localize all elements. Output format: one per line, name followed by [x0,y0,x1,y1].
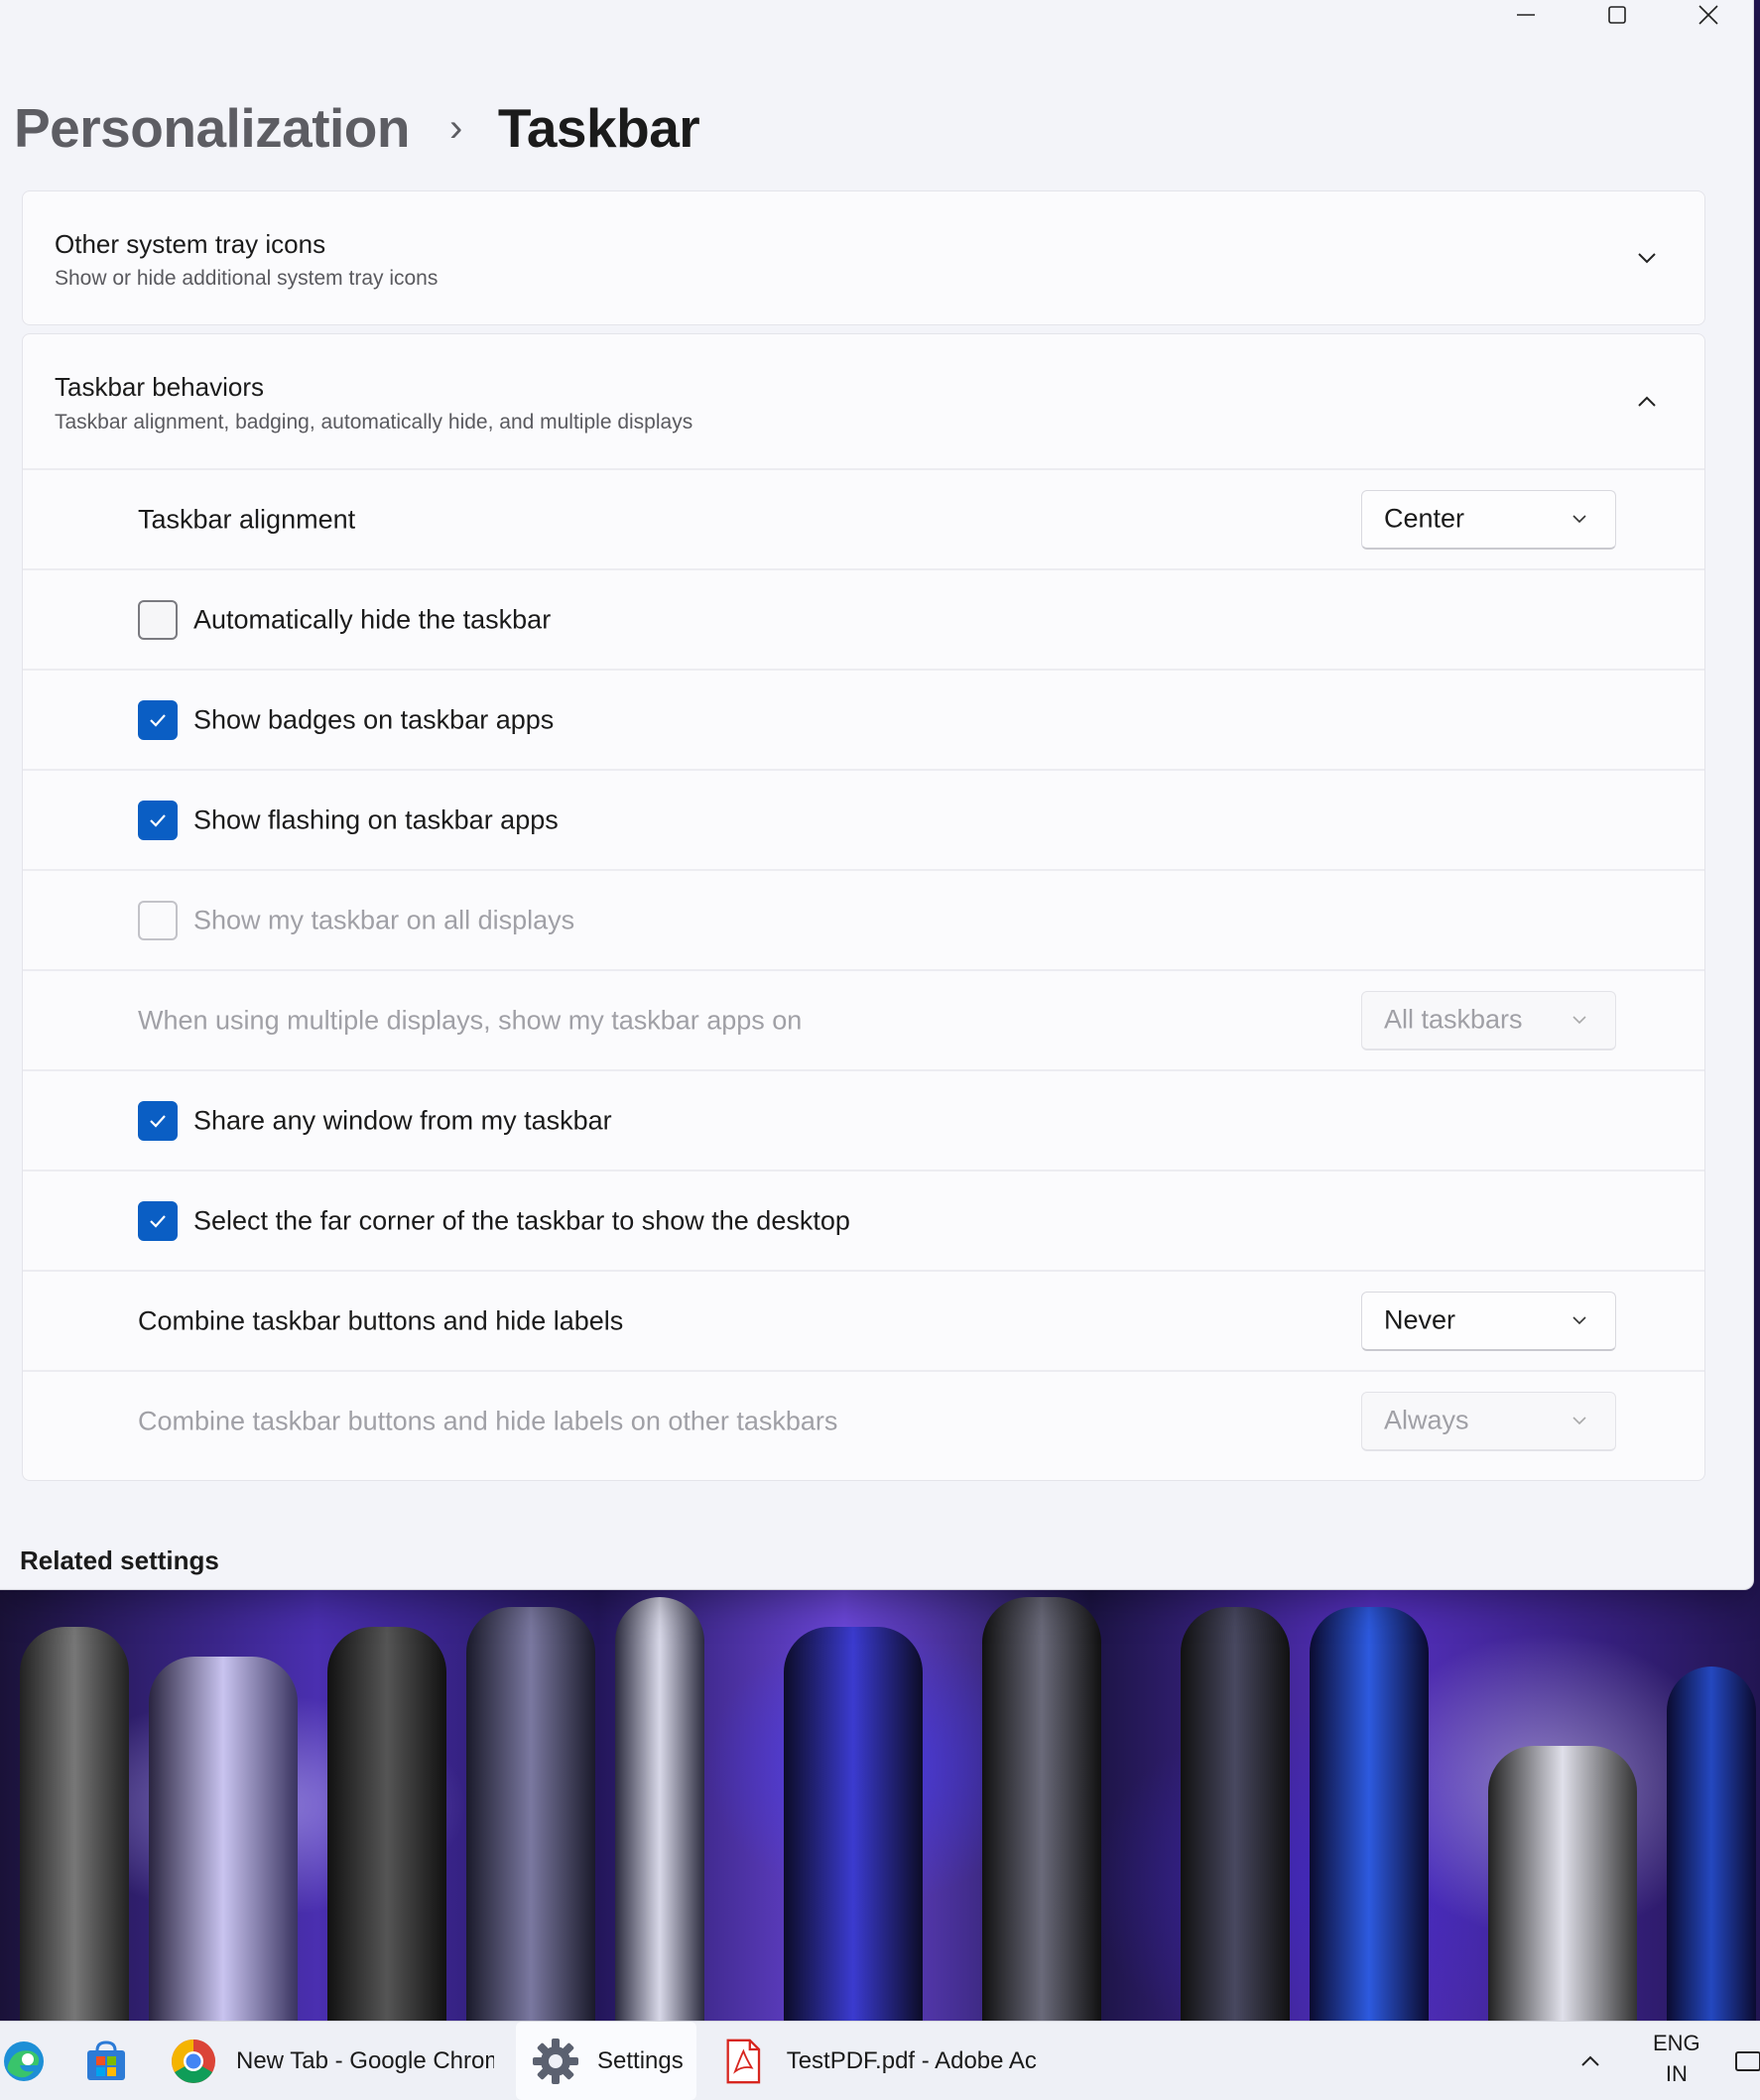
card-title: Other system tray icons [55,229,326,259]
maximize-icon [1608,6,1626,24]
notification-button[interactable] [1730,2022,1760,2100]
all-displays-label: Show my taskbar on all displays [193,905,575,934]
dropdown-value: All taskbars [1384,1004,1523,1035]
auto-hide-checkbox[interactable] [138,599,178,640]
language-code: ENG [1653,2031,1700,2055]
auto-hide-row: Automatically hide the taskbar [23,568,1704,669]
combine-other-row: Combine taskbar buttons and hide labels … [23,1370,1704,1470]
checkmark-icon [150,1214,166,1228]
card-title: Taskbar behaviors [55,372,264,402]
combine-buttons-dropdown[interactable]: Never [1361,1291,1616,1351]
other-system-tray-icons-card[interactable]: Other system tray icons Show or hide add… [22,190,1705,325]
page-title: Taskbar [497,97,700,159]
checkmark-icon [150,713,166,727]
combine-buttons-row: Combine taskbar buttons and hide labels … [23,1270,1704,1370]
checkmark-icon [150,1114,166,1128]
chevron-down-icon [1572,515,1586,524]
taskbar-app-store[interactable] [83,2022,139,2100]
far-corner-row: Select the far corner of the taskbar to … [23,1170,1704,1270]
breadcrumb-parent[interactable]: Personalization [14,96,410,160]
edge-icon [4,2040,44,2081]
show-flashing-checkbox[interactable] [138,800,178,840]
taskbar: New Tab - Google Chrome Settings TestPDF… [0,2021,1760,2100]
language-indicator[interactable]: ENG IN [1653,2028,1700,2089]
multi-display-label: When using multiple displays, show my ta… [138,1005,803,1035]
auto-hide-label[interactable]: Automatically hide the taskbar [193,604,551,635]
related-settings-heading: Related settings [20,1545,219,1575]
taskbar-app-settings[interactable]: Settings [516,2022,696,2100]
show-badges-row: Show badges on taskbar apps [23,669,1704,769]
taskbar-app-chrome[interactable]: New Tab - Google Chrome [169,2022,496,2100]
taskbar-alignment-dropdown[interactable]: Center [1361,489,1616,550]
dropdown-value: Never [1384,1304,1456,1335]
multi-display-row: When using multiple displays, show my ta… [23,969,1704,1069]
show-hidden-icons-button[interactable] [1577,2022,1617,2100]
chevron-up-icon[interactable] [1635,390,1659,414]
taskbar-app-label: Settings [597,2046,684,2074]
show-badges-checkbox[interactable] [138,699,178,740]
multi-display-dropdown[interactable]: All taskbars [1361,990,1616,1050]
chevron-down-icon [1572,1417,1586,1425]
taskbar-app-label: TestPDF.pdf - Adobe Ac [786,2046,1037,2074]
checkmark-icon [150,813,166,827]
taskbar-alignment-row: Taskbar alignment Center [23,468,1704,568]
settings-window: Personalization › Taskbar Other system t… [0,0,1754,1590]
dropdown-value: Center [1384,503,1465,534]
far-corner-checkbox[interactable] [138,1200,178,1241]
maximize-button[interactable] [1571,0,1663,30]
close-button[interactable] [1663,0,1753,30]
minimize-button[interactable] [1480,0,1571,30]
combine-other-dropdown[interactable]: Always [1361,1391,1616,1451]
chevron-up-icon [1581,2055,1599,2066]
region-code: IN [1665,2061,1688,2086]
dropdown-value: Always [1384,1405,1469,1435]
share-window-label[interactable]: Share any window from my taskbar [193,1105,612,1136]
card-subtitle: Show or hide additional system tray icon… [55,267,439,290]
share-window-checkbox[interactable] [138,1100,178,1141]
taskbar-alignment-label: Taskbar alignment [138,504,356,534]
minimize-icon [1517,14,1535,16]
show-badges-label[interactable]: Show badges on taskbar apps [193,704,554,735]
show-flashing-row: Show flashing on taskbar apps [23,769,1704,869]
gear-icon [533,2038,578,2084]
chevron-down-icon [1572,1316,1586,1325]
card-subtitle: Taskbar alignment, badging, automaticall… [55,411,693,433]
chevron-down-icon [1572,1016,1586,1025]
pdf-icon [726,2038,761,2083]
taskbar-app-label: New Tab - Google Chrome [236,2046,494,2074]
notification-icon [1735,2050,1760,2071]
all-displays-row: Show my taskbar on all displays [23,869,1704,969]
taskbar-behaviors-header[interactable]: Taskbar behaviors Taskbar alignment, bad… [23,334,1704,468]
taskbar-app-acrobat[interactable]: TestPDF.pdf - Adobe Ac [724,2022,1052,2100]
combine-other-label: Combine taskbar buttons and hide labels … [138,1406,838,1435]
far-corner-label[interactable]: Select the far corner of the taskbar to … [193,1205,850,1236]
combine-buttons-label: Combine taskbar buttons and hide labels [138,1305,624,1335]
store-icon [87,2039,125,2080]
all-displays-checkbox[interactable] [138,900,178,940]
close-icon [1698,5,1718,25]
show-flashing-label[interactable]: Show flashing on taskbar apps [193,804,559,835]
breadcrumb-separator: › [448,105,462,150]
chevron-down-icon[interactable] [1635,246,1659,270]
chrome-icon [172,2038,215,2083]
taskbar-behaviors-card: Taskbar behaviors Taskbar alignment, bad… [22,333,1705,1481]
taskbar-app-edge[interactable] [0,2022,56,2100]
breadcrumb: Personalization › Taskbar [14,91,700,165]
share-window-row: Share any window from my taskbar [23,1069,1704,1170]
